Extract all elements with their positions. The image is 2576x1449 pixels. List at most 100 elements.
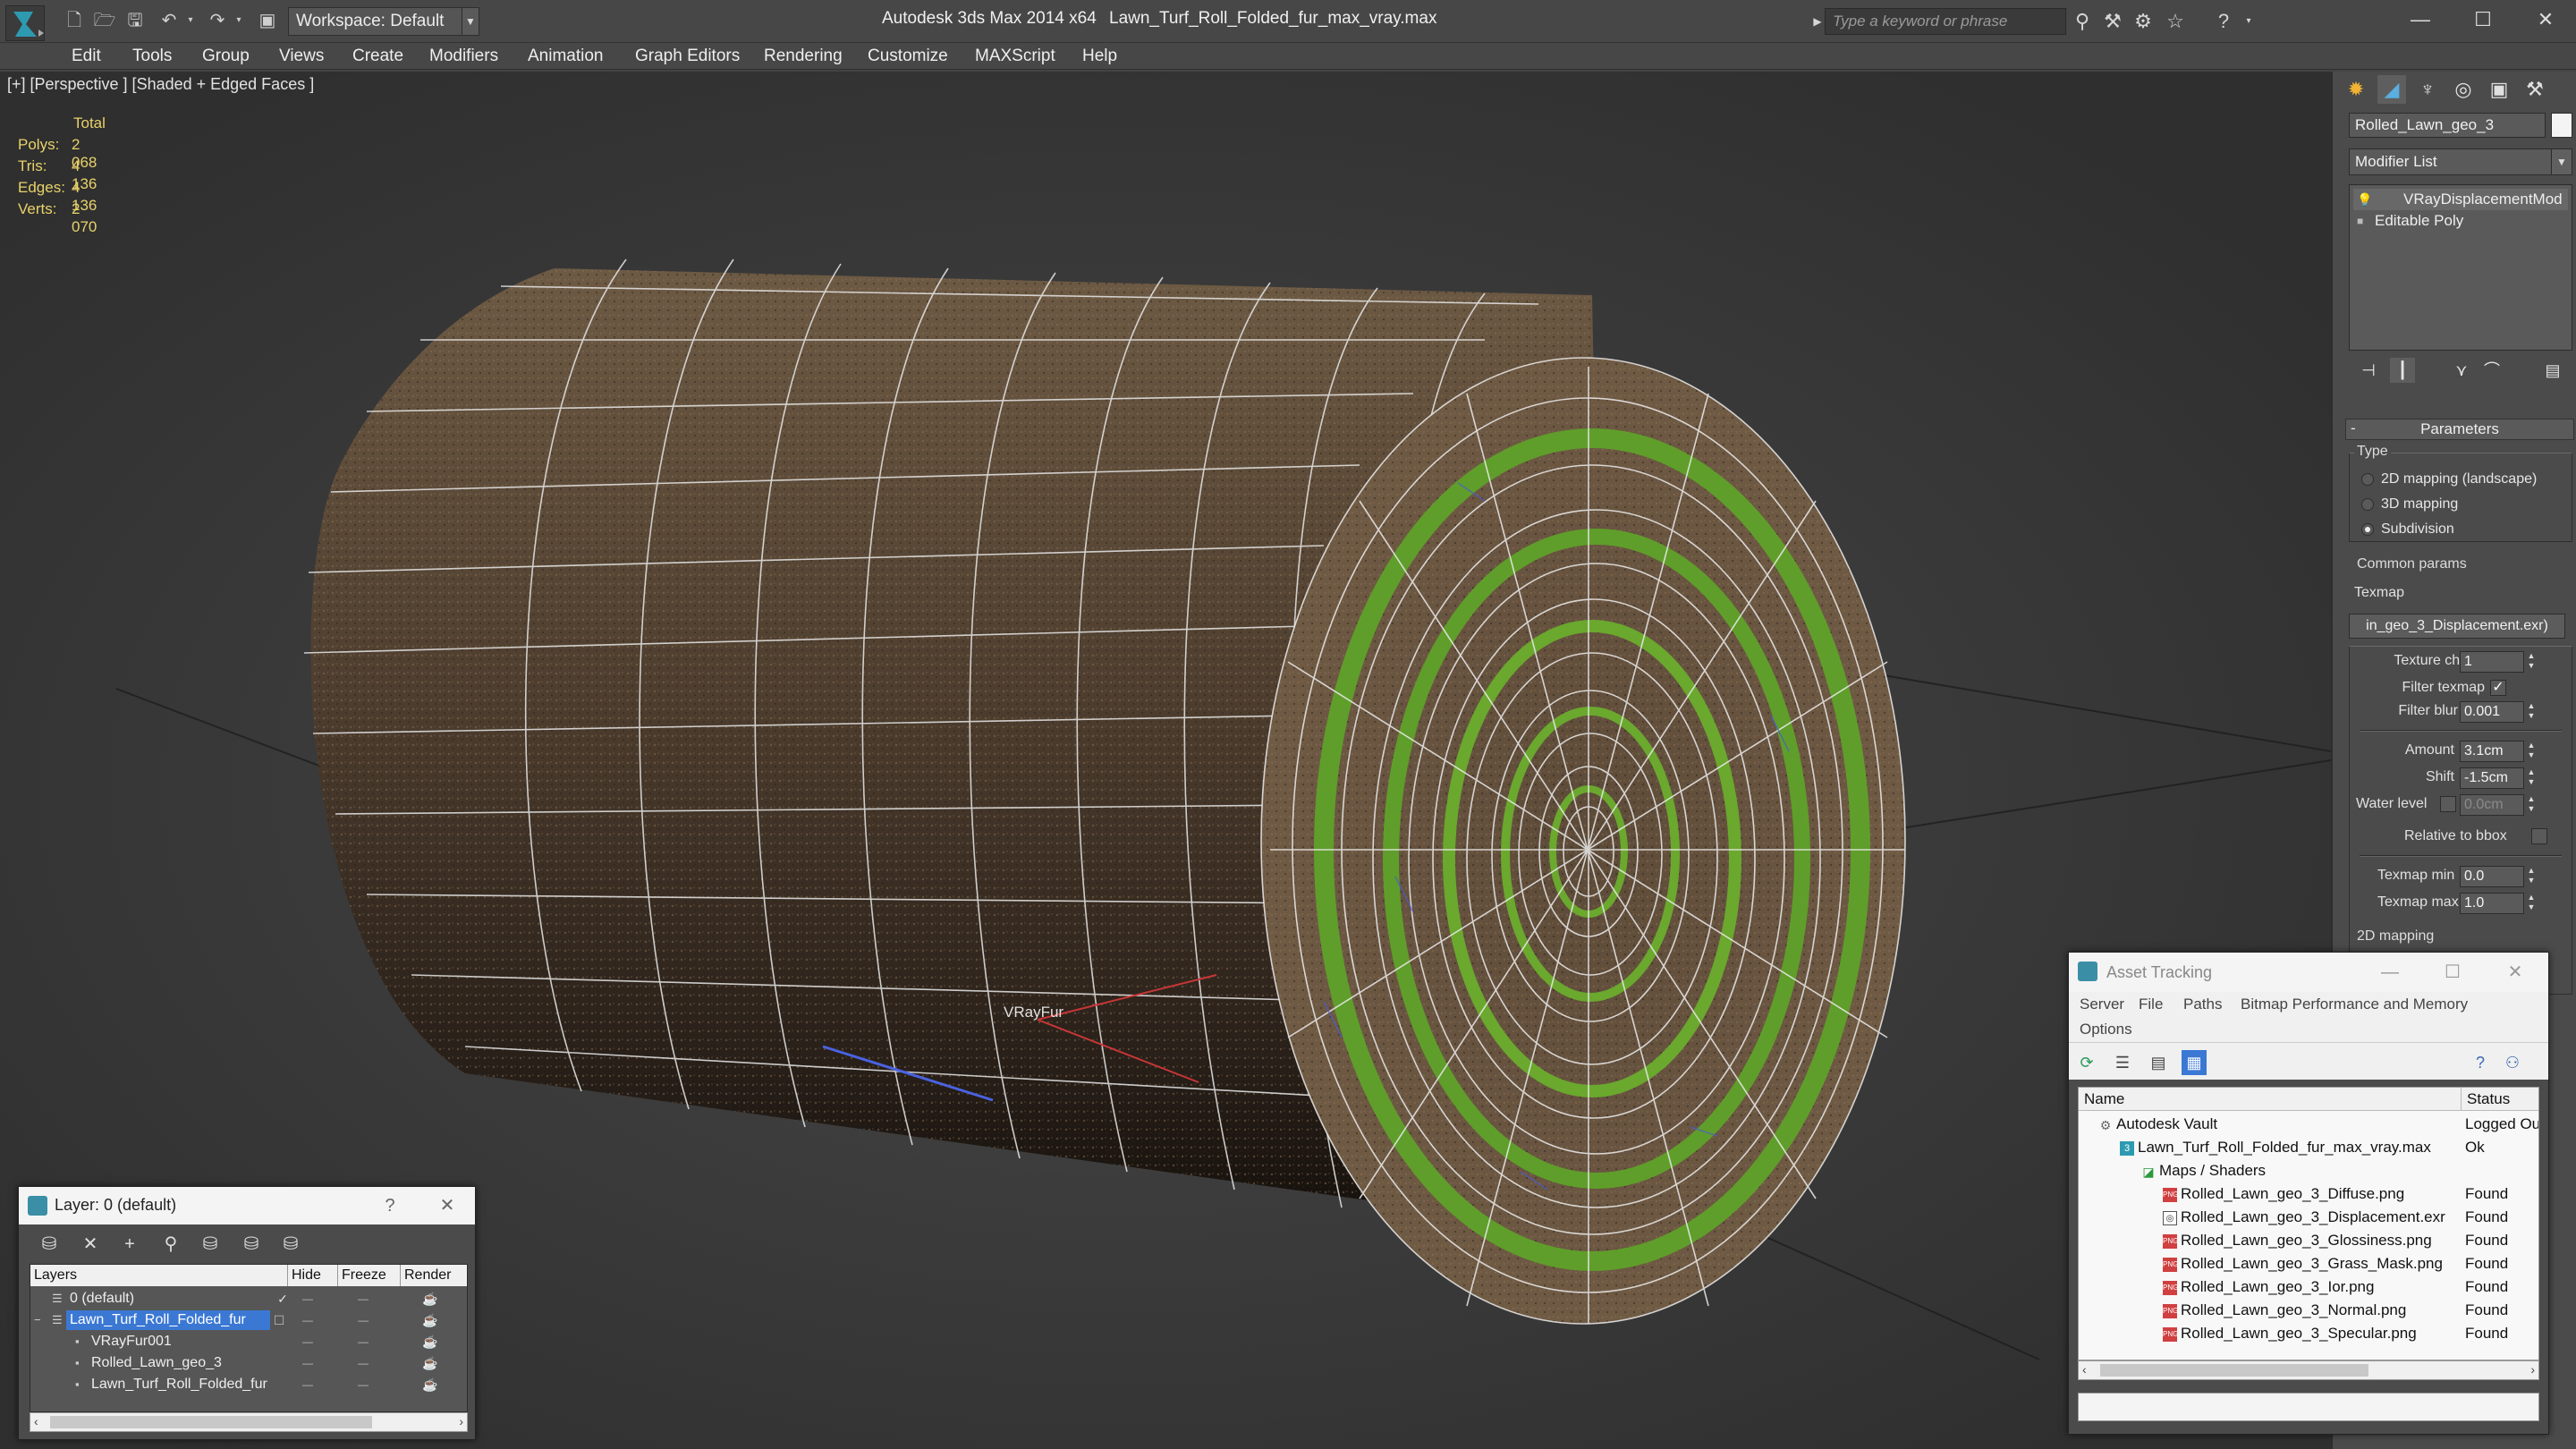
column-name[interactable]: Name [2079,1088,2462,1111]
hide-toggle[interactable]: — [299,1331,317,1352]
menu-graph-editors[interactable]: Graph Editors [635,45,740,68]
layer-horizontal-scrollbar[interactable]: ‹ › [30,1412,468,1432]
amount-field[interactable]: 3.1cm [2460,741,2524,762]
texmap-button[interactable]: in_geo_3_Displacement.exr) [2349,614,2565,639]
utilities-tab-icon[interactable]: ⚒ [2521,75,2549,104]
asset-row-specular[interactable]: PNG Rolled_Lawn_geo_3_Specular.png Found [2079,1322,2538,1345]
parameters-rollout-header[interactable]: Parameters [2345,419,2574,440]
freeze-toggle[interactable]: — [354,1288,372,1309]
spinner-arrows-icon[interactable]: ▲ ▼ [2526,794,2537,816]
menu-server[interactable]: Server [2080,996,2124,1013]
asset-row-maps-folder[interactable]: ◪ Maps / Shaders [2079,1159,2538,1182]
create-tab-icon[interactable]: ✹ [2342,75,2370,104]
water-level-checkbox[interactable] [2440,796,2456,812]
asset-tracking-titlebar[interactable]: Asset Tracking — ☐ ✕ [2069,953,2548,992]
object-name-field[interactable]: Rolled_Lawn_geo_3 [2349,113,2546,138]
hide-toggle[interactable]: — [299,1374,317,1395]
select-objects-icon[interactable]: ⚲ [158,1232,183,1257]
save-file-icon[interactable]: 🖫 [123,9,147,32]
menu-animation[interactable]: Animation [528,45,604,68]
column-freeze[interactable]: Freeze [338,1265,401,1286]
close-icon[interactable]: ✕ [2522,4,2569,36]
viewport-label[interactable]: [+] [Perspective ] [Shaded + Edged Faces… [7,75,314,94]
create-layer-icon[interactable]: ⛁ [37,1232,62,1257]
freeze-toggle[interactable]: — [354,1331,372,1352]
collapse-icon[interactable]: − [34,1310,48,1330]
hide-toggle[interactable]: — [299,1309,317,1331]
menu-modifiers[interactable]: Modifiers [429,45,498,68]
filter-blur-field[interactable]: 0.001 [2460,701,2524,723]
remove-modifier-icon[interactable]: ⌒ [2479,358,2504,383]
asset-horizontal-scrollbar[interactable]: ‹ › [2078,1360,2539,1380]
asset-row-displacement[interactable]: ◎ Rolled_Lawn_geo_3_Displacement.exr Fou… [2079,1206,2538,1229]
communication-center-icon[interactable]: ⚙ [2131,9,2156,34]
column-layers[interactable]: Layers [30,1265,288,1286]
hierarchy-tab-icon[interactable]: ♆ [2413,75,2442,104]
maximize-icon[interactable]: ☐ [2460,4,2506,36]
help-button[interactable]: ? [377,1194,403,1217]
detail-view-icon[interactable]: ▤ [2146,1050,2171,1075]
filter-texmap-checkbox[interactable]: ✓ [2490,680,2506,696]
texmap-min-field[interactable]: 0.0 [2460,866,2524,887]
modifier-list-arrow-icon[interactable]: ▼ [2551,148,2572,175]
spinner-arrows-icon[interactable]: ▲ ▼ [2526,701,2537,723]
layer-row[interactable]: ▪ Rolled_Lawn_geo_3 — — ☕ [30,1352,467,1374]
spinner-arrows-icon[interactable]: ▲ ▼ [2526,893,2537,914]
binoculars-icon[interactable]: ⚲ [2070,9,2095,34]
set-current-icon[interactable]: ☐ [270,1309,288,1331]
column-status[interactable]: Status [2462,1088,2538,1111]
freeze-toggle[interactable]: — [354,1352,372,1374]
display-tab-icon[interactable]: ▣ [2485,75,2513,104]
vrayfur-object-label[interactable]: VRayFur [1004,1004,1063,1021]
app-logo-icon[interactable] [5,5,45,41]
highlight-layer-icon[interactable]: ⛁ [198,1232,223,1257]
water-level-field[interactable]: 0.0cm [2460,794,2524,816]
spinner-arrows-icon[interactable]: ▲ ▼ [2526,767,2537,789]
redo-icon[interactable]: ↷ [206,9,229,32]
help-dropdown-icon[interactable]: ▾ [2236,9,2261,34]
layer-dialog-titlebar[interactable]: Layer: 0 (default) ? ✕ [19,1187,475,1224]
stack-item-vraydisplacementmod[interactable]: 💡 VRayDisplacementMod [2353,189,2568,210]
asset-row-diffuse[interactable]: PNG Rolled_Lawn_geo_3_Diffuse.png Found [2079,1182,2538,1206]
delete-layer-icon[interactable]: ✕ [78,1232,103,1257]
render-teapot-icon[interactable]: ☕ [420,1309,440,1331]
refresh-icon[interactable]: ⟳ [2074,1050,2099,1075]
layer-row[interactable]: ▪ VRayFur001 — — ☕ [30,1331,467,1352]
expand-plus-icon[interactable]: ■ [2357,210,2371,232]
maximize-icon[interactable]: ☐ [2439,960,2466,985]
workspace-dropdown-icon[interactable]: ▼ [462,7,479,36]
menu-paths[interactable]: Paths [2183,996,2222,1013]
subscription-icon[interactable]: ⚒ [2100,9,2125,34]
layer-row[interactable]: ▪ Lawn_Turf_Roll_Folded_fur — — ☕ [30,1374,467,1395]
hide-all-layers-icon[interactable]: ⛁ [239,1232,264,1257]
dock-help-icon[interactable]: ⚇ [2500,1050,2525,1075]
texmap-max-field[interactable]: 1.0 [2460,893,2524,914]
help-icon[interactable]: ? [2211,9,2236,34]
lightbulb-icon[interactable]: 💡 [2357,189,2372,210]
menu-tools[interactable]: Tools [132,45,172,68]
column-render[interactable]: Render [401,1265,467,1286]
menu-options[interactable]: Options [2080,1021,2132,1038]
menu-bitmap-performance[interactable]: Bitmap Performance and Memory [2241,996,2468,1013]
shift-field[interactable]: -1.5cm [2460,767,2524,789]
undo-icon[interactable]: ↶ [157,9,181,32]
new-file-icon[interactable]: 🗋 [63,9,86,32]
redo-dropdown-icon[interactable]: ▾ [227,9,250,32]
layer-row-selected[interactable]: − ☰ Lawn_Turf_Roll_Folded_fur ☐ — — ☕ [30,1309,467,1331]
asset-row-grass-mask[interactable]: PNG Rolled_Lawn_geo_3_Grass_Mask.png Fou… [2079,1252,2538,1275]
hide-toggle[interactable]: — [299,1352,317,1374]
menu-help[interactable]: Help [1082,45,1117,68]
scroll-left-icon[interactable]: ‹ [34,1414,38,1428]
menu-create[interactable]: Create [352,45,403,68]
freeze-toggle[interactable]: — [354,1374,372,1395]
freeze-toggle[interactable]: — [354,1309,372,1331]
relative-bbox-checkbox[interactable] [2531,828,2547,844]
asset-row-ior[interactable]: PNG Rolled_Lawn_geo_3_Ior.png Found [2079,1275,2538,1299]
render-teapot-icon[interactable]: ☕ [420,1352,440,1374]
hide-toggle[interactable]: — [299,1288,317,1309]
radio-button[interactable] [2361,498,2374,511]
asset-row-normal[interactable]: PNG Rolled_Lawn_geo_3_Normal.png Found [2079,1299,2538,1322]
menu-edit[interactable]: Edit [72,45,101,68]
column-hide[interactable]: Hide [288,1265,338,1286]
radio-button[interactable] [2361,473,2374,486]
